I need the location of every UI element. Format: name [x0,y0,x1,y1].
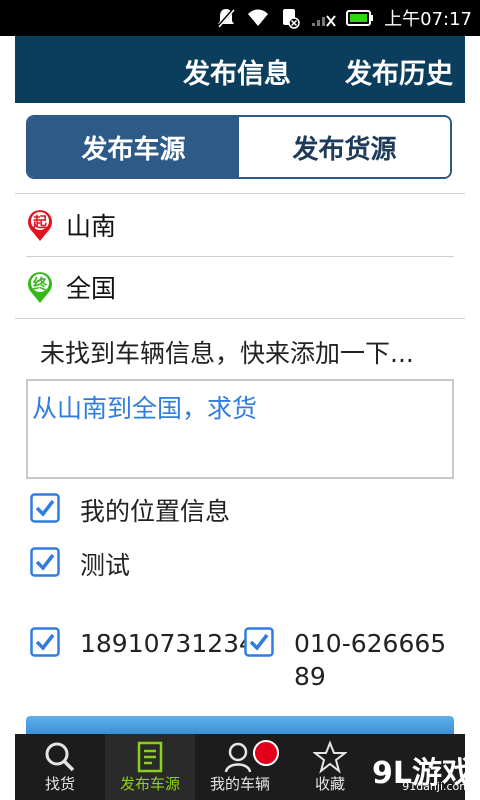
nav-favorites-label: 收藏 [314,775,345,793]
location-info-label: 我的位置信息 [80,497,231,526]
search-icon [45,742,75,772]
watermark-url: 91danji.com [402,780,470,793]
destination-badge-text: 终 [33,276,48,293]
sim-card-icon [280,7,300,29]
tab-publish-cargo[interactable]: 发布货源 [239,117,450,177]
divider [15,193,465,194]
phone-2-number: 010-62666589 [294,629,447,691]
message-value: 从山南到全国，求货 [32,394,258,423]
star-icon [313,740,347,774]
publish-type-segment: 发布车源 发布货源 [26,115,452,179]
phone-1-number: 18910731234 [80,629,255,658]
submit-button[interactable] [26,716,454,734]
wifi-icon [246,8,270,28]
app-header: 发布信息 发布历史 [15,36,465,103]
destination-row[interactable]: 终 全国 [26,257,116,317]
battery-icon [346,10,374,26]
tab-publish-vehicle[interactable]: 发布车源 [28,117,239,177]
document-icon [137,741,163,773]
phone-1-checkbox[interactable] [30,627,60,657]
nav-my-vehicles-label: 我的车辆 [209,775,270,793]
nav-my-vehicles[interactable]: 我的车辆 [195,734,285,800]
test-checkbox[interactable] [30,547,60,577]
divider [15,318,465,319]
history-button[interactable]: 发布历史 [345,52,453,91]
mute-icon [216,7,236,29]
status-time: 上午07:17 [384,9,472,30]
phone-2-checkbox[interactable] [244,627,274,657]
site-watermark: 9L游戏 91danji.com [352,748,472,796]
destination-pin-icon: 终 [28,272,52,303]
person-icon [224,742,252,773]
nav-publish-vehicle[interactable]: 发布车源 [105,734,195,800]
origin-badge-text: 起 [32,214,48,231]
location-info-checkbox[interactable] [30,493,60,523]
signal-icon [310,8,336,28]
vehicle-notice[interactable]: 未找到车辆信息，快来添加一下... [40,334,414,370]
nav-find-cargo-label: 找货 [44,775,75,793]
status-bar: 上午07:17 [0,0,480,36]
destination-value: 全国 [66,274,117,303]
nav-publish-vehicle-label: 发布车源 [119,775,180,793]
message-input[interactable]: 从山南到全国，求货 [26,379,454,479]
test-label: 测试 [80,551,131,580]
origin-row[interactable]: 起 山南 [26,195,116,255]
origin-value: 山南 [66,212,117,241]
page-title: 发布信息 [183,59,291,90]
nav-find-cargo[interactable]: 找货 [15,734,105,800]
notification-badge [253,740,279,766]
origin-pin-icon: 起 [28,210,52,241]
